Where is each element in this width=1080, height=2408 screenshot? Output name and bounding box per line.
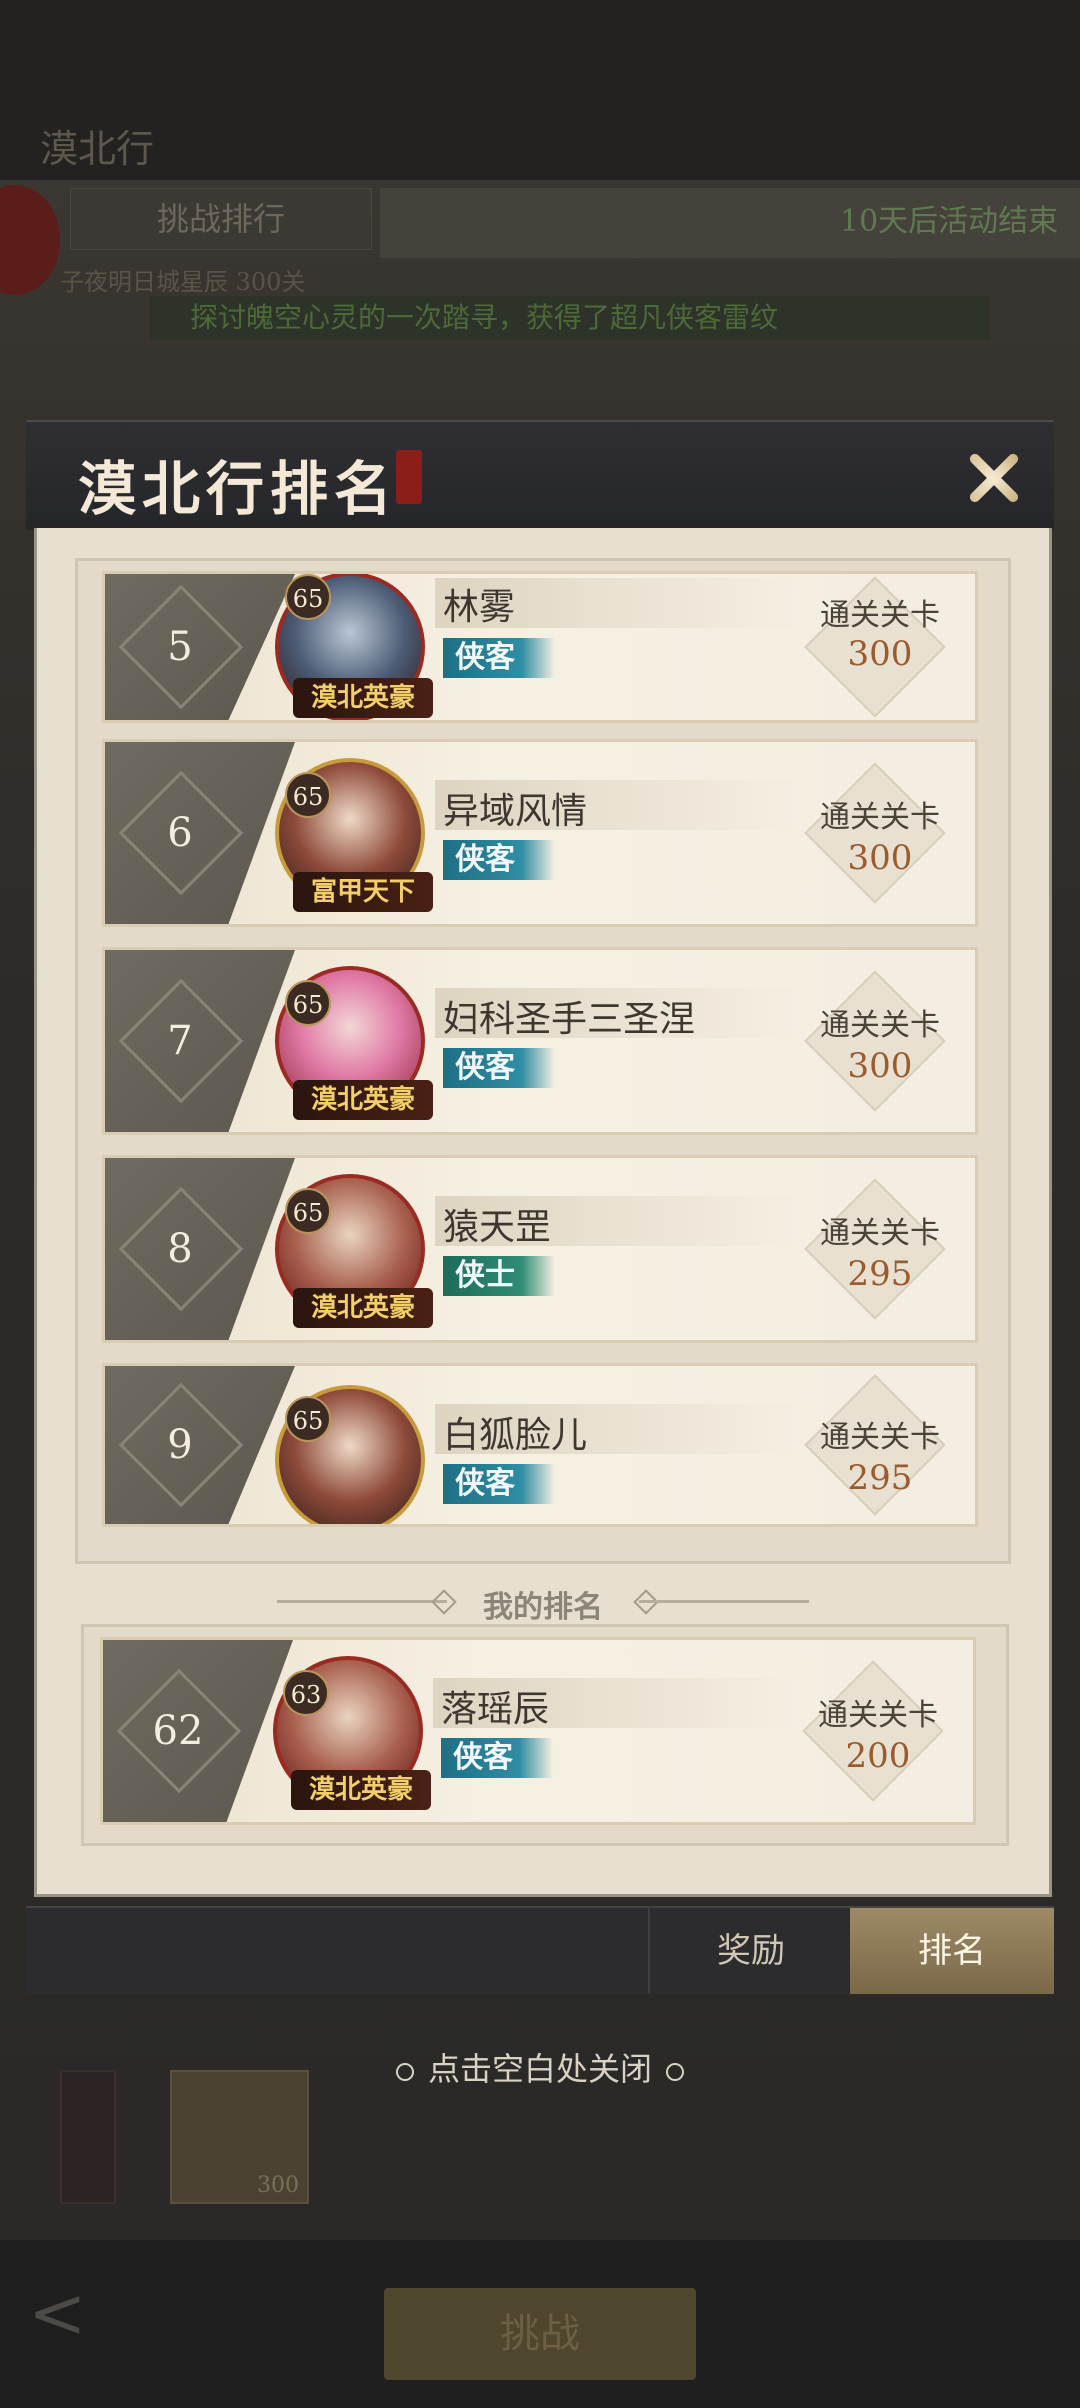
title-badge: 富甲天下 [293,872,433,912]
class-tag: 侠客 [443,840,555,880]
pass-value: 300 [847,1046,913,1086]
background-item-reward: 300 [170,2070,309,2204]
level-badge: 63 [283,1670,329,1716]
rank-box: 62 [103,1640,293,1822]
class-tag: 侠士 [443,1256,555,1296]
rank-box: 9 [105,1366,295,1524]
rank-number: 5 [167,624,193,670]
level-badge: 65 [285,772,331,818]
background-back-icon: < [28,2272,87,2354]
title-badge: 漠北英豪 [293,1288,433,1328]
modal-title: 漠北行排名 [78,455,399,523]
seal-icon [396,450,422,504]
pass-label: 通关关卡 [820,598,940,633]
player-name: 妇科圣手三圣涅 [443,999,696,1040]
ranking-row[interactable]: 5 65 漠北英豪 林雾 侠客 通关关卡 300 [102,571,978,723]
ranking-row[interactable]: 6 65 富甲天下 异域风情 侠客 通关关卡 300 [102,739,978,927]
pass-value: 200 [845,1736,911,1776]
hint-dot-icon [666,2062,684,2081]
rank-box: 6 [105,742,295,924]
background-challenge-button: 挑战 [384,2288,696,2380]
hint-dot-icon [395,2062,414,2081]
modal-body: 5 65 漠北英豪 林雾 侠客 通关关卡 300 6 65 富甲天下 异域风情 … [34,528,1052,1897]
player-name: 猿天罡 [443,1207,552,1248]
pass-label: 通关关卡 [820,800,940,835]
tab-reward[interactable]: 奖励 [648,1908,852,1994]
level-badge: 65 [285,574,331,620]
title-badge: 漠北英豪 [293,678,433,718]
background-item-count: 300 [257,2173,299,2198]
rank-box: 7 [105,950,295,1132]
level-badge: 65 [285,1188,331,1234]
background-title: 漠北行 [40,127,155,171]
ranking-row[interactable]: 8 65 漠北英豪 猿天罡 侠士 通关关卡 295 [102,1155,978,1343]
class-tag: 侠客 [441,1738,553,1778]
ranking-list[interactable]: 5 65 漠北英豪 林雾 侠客 通关关卡 300 6 65 富甲天下 异域风情 … [75,558,1011,1564]
class-tag: 侠客 [443,638,555,678]
rank-number: 9 [167,1422,193,1468]
tab-bar: 奖励 排名 [26,1906,1054,1994]
background-item-scroll [60,2070,116,2204]
background-top [0,0,1080,180]
background-notice: 探讨魄空心灵的一次踏寻，获得了超凡侠客雷纹 [150,296,990,340]
divider-right [639,1600,809,1603]
class-tag: 侠客 [443,1048,555,1088]
background-subtab: 挑战排行 [70,188,372,250]
title-badge: 漠北英豪 [291,1770,431,1810]
level-badge: 65 [285,980,331,1026]
tab-rank[interactable]: 排名 [850,1908,1054,1994]
player-name: 白狐脸儿 [443,1415,588,1456]
pass-label: 通关关卡 [820,1420,940,1455]
rank-number: 62 [152,1708,204,1754]
ranking-row[interactable]: 9 65 白狐脸儿 侠客 通关关卡 295 [102,1363,978,1527]
close-hint-text: 点击空白处关闭 [427,2050,652,2088]
rank-box: 5 [105,574,295,720]
rank-number: 6 [167,810,193,856]
rank-box: 8 [105,1158,295,1340]
player-name: 异域风情 [443,791,588,832]
close-hint[interactable]: 点击空白处关闭 [0,2044,1080,2090]
pass-label: 通关关卡 [820,1216,940,1251]
my-rank-title: 我的排名 [483,1590,603,1625]
level-badge: 65 [285,1396,331,1442]
pass-value: 295 [847,1254,913,1294]
close-button[interactable] [956,440,1032,516]
ranking-row[interactable]: 7 65 漠北英豪 妇科圣手三圣涅 侠客 通关关卡 300 [102,947,978,1135]
rank-number: 7 [167,1018,193,1064]
pass-value: 300 [847,634,913,674]
title-badge: 漠北英豪 [293,1080,433,1120]
pass-label: 通关关卡 [820,1008,940,1043]
class-tag: 侠客 [443,1464,555,1504]
pass-label: 通关关卡 [818,1698,938,1733]
pass-value: 295 [847,1458,913,1498]
my-rank-frame: 62 63 漠北英豪 落瑶辰 侠客 通关关卡 200 [81,1624,1009,1846]
pass-value: 300 [847,838,913,878]
background-countdown: 10天后活动结束 [840,204,1059,239]
player-name: 落瑶辰 [441,1689,550,1730]
rank-number: 8 [167,1226,193,1272]
player-name: 林雾 [443,587,516,628]
my-ranking-row[interactable]: 62 63 漠北英豪 落瑶辰 侠客 通关关卡 200 [100,1637,976,1825]
modal-header: 漠北行排名 [26,420,1054,530]
background-info-line: 子夜明日城星辰 300关 [60,268,306,296]
